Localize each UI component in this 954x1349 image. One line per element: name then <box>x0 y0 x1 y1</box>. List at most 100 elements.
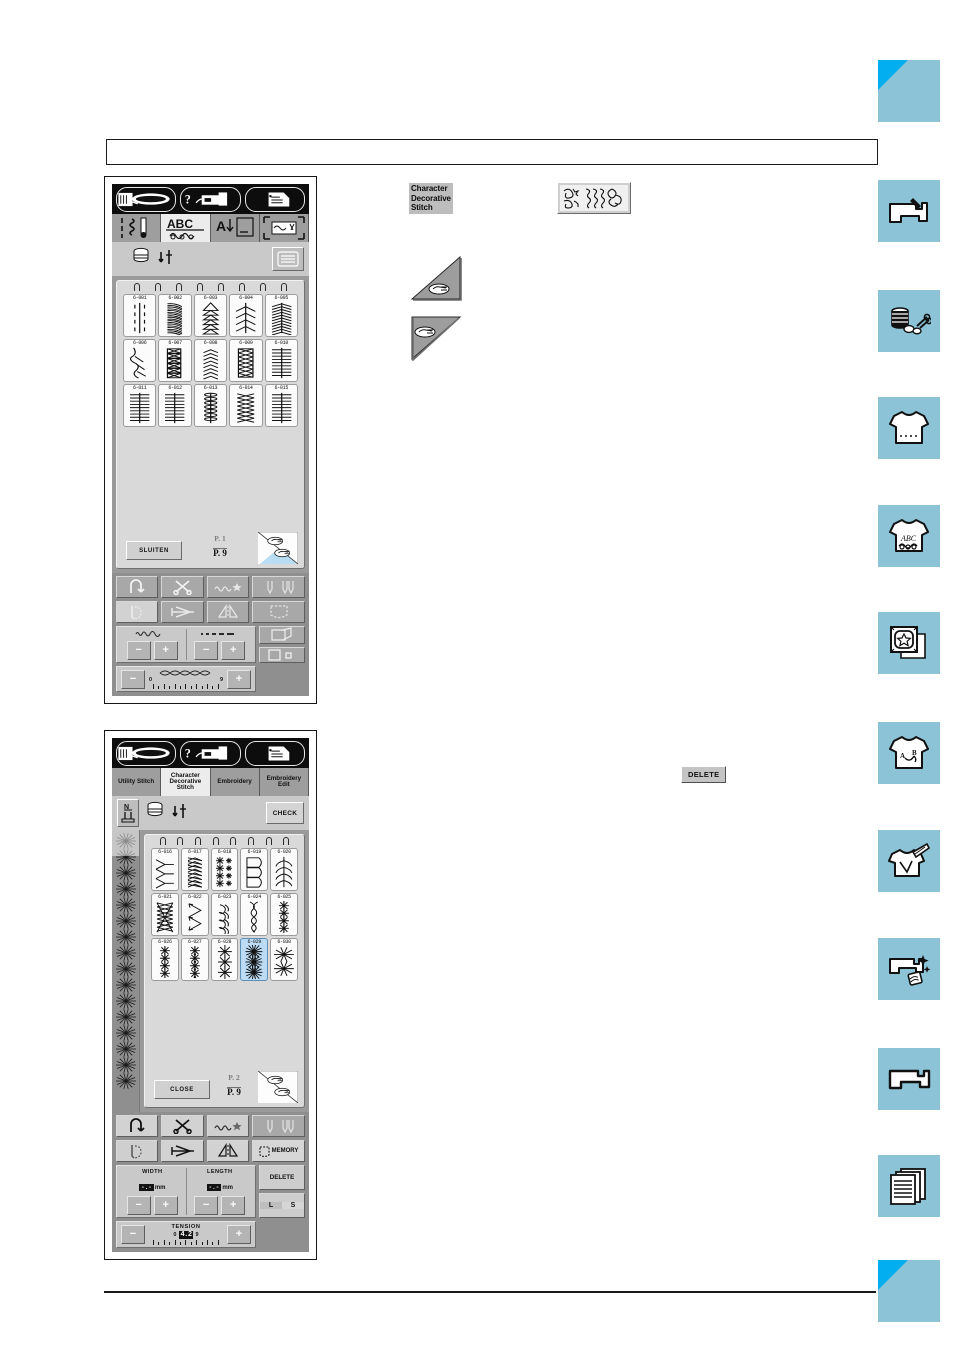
stitch-cell-6-003[interactable]: 6-003 <box>193 294 228 337</box>
taper-button[interactable] <box>206 1140 250 1162</box>
stitch-cell-6-026[interactable]: 6-026 <box>151 938 179 981</box>
width-minus-button[interactable]: − <box>126 641 151 660</box>
stitch-cell-6-004[interactable]: 6-004 <box>229 294 263 337</box>
memory-button[interactable]: MEMORY <box>252 1140 305 1162</box>
stitch-cell-6-029[interactable]: 6-029 <box>240 938 269 981</box>
callout-page-back-corner[interactable] <box>410 315 462 362</box>
stitch-cell-6-013[interactable]: 6-013 <box>193 384 228 427</box>
stitch-cell-6-002[interactable]: 6-002 <box>158 294 192 337</box>
length-minus-button[interactable]: − <box>194 641 219 660</box>
page-turn-corner[interactable] <box>258 1071 298 1103</box>
tab-embroidery-edit[interactable] <box>259 214 309 242</box>
check-button[interactable]: CHECK <box>266 802 304 824</box>
size-s-label[interactable]: S <box>282 1202 304 1209</box>
thread-cutter-button[interactable] <box>161 576 204 598</box>
stitch-star-button[interactable] <box>206 1115 250 1137</box>
mirror-image-button[interactable] <box>161 601 204 623</box>
tab-character-decorative-stitch[interactable]: ABC <box>161 214 211 242</box>
tab-embroidery[interactable]: Embroidery <box>210 768 260 796</box>
stitch-cell-6-007[interactable]: 6-007 <box>158 339 192 382</box>
sidebar-tab-back-cover[interactable] <box>878 1260 940 1322</box>
tab-utility-stitch[interactable] <box>112 214 162 242</box>
size-select-button[interactable] <box>259 647 305 663</box>
stitch-cell-6-018[interactable]: 6-018 <box>210 848 239 891</box>
thread-cutter-button[interactable] <box>161 1115 204 1137</box>
sidebar-tab-my-custom-stitch[interactable] <box>878 830 940 892</box>
machine-help-icon[interactable]: ? <box>180 740 241 766</box>
stitch-cell-6-006[interactable]: 6-006 <box>123 339 157 382</box>
callout-decorative-stitch-icon-button[interactable] <box>557 182 631 214</box>
tension-plus-button[interactable]: + <box>227 669 251 689</box>
needle-threader-icon[interactable] <box>116 740 177 766</box>
length-plus-button[interactable]: + <box>221 1196 246 1215</box>
reverse-stitch-button[interactable] <box>116 1115 159 1137</box>
stitch-cell-6-008[interactable]: 6-008 <box>193 339 228 382</box>
stitch-cell-6-019[interactable]: 6-019 <box>240 848 269 891</box>
stitch-cell-6-021[interactable]: 6-021 <box>151 893 179 936</box>
stitch-cell-6-015[interactable]: 6-015 <box>264 384 298 427</box>
settings-list-icon[interactable] <box>244 186 305 212</box>
stitch-cell-6-012[interactable]: 6-012 <box>158 384 192 427</box>
stitch-cell-6-028[interactable]: 6-028 <box>210 938 239 981</box>
stitch-cell-6-005[interactable]: 6-005 <box>264 294 298 337</box>
settings-list-icon[interactable] <box>244 740 305 766</box>
tab-utility-stitch[interactable]: Utility Stitch <box>112 768 162 796</box>
presser-foot-n-icon[interactable]: N <box>117 799 139 827</box>
taper-button[interactable] <box>206 601 250 623</box>
sidebar-tab-utility-stitches[interactable] <box>878 397 940 459</box>
stitch-cell-6-030[interactable]: 6-030 <box>270 938 298 981</box>
size-l-s-button[interactable]: L S <box>259 1193 305 1218</box>
callout-page-forward-corner[interactable] <box>410 255 462 301</box>
sidebar-tab-machine-settings[interactable] <box>878 1048 940 1110</box>
stitch-cell-6-024[interactable]: 6-024 <box>240 893 269 936</box>
stitch-cell-6-020[interactable]: 6-020 <box>270 848 298 891</box>
tension-minus-button[interactable]: − <box>121 1225 145 1244</box>
pocket-memory-button[interactable] <box>252 601 305 623</box>
sidebar-tab-character-decorative[interactable]: ABC <box>878 505 940 567</box>
tab-embroidery[interactable]: A <box>210 214 260 242</box>
stitch-cell-6-023[interactable]: 6-023 <box>210 893 239 936</box>
stitch-cell-6-014[interactable]: 6-014 <box>229 384 263 427</box>
width-minus-button[interactable]: − <box>126 1196 151 1215</box>
tension-minus-button[interactable]: − <box>121 669 145 689</box>
sidebar-tab-cover[interactable] <box>878 60 940 122</box>
sidebar-tab-sewing-basics[interactable] <box>878 290 940 352</box>
stitch-cell-6-017[interactable]: 6-017 <box>180 848 209 891</box>
sidebar-tab-embroidery[interactable] <box>878 612 940 674</box>
stitch-cell-6-010[interactable]: 6-010 <box>264 339 298 382</box>
stitch-star-button[interactable] <box>206 576 250 598</box>
stitch-cell-6-011[interactable]: 6-011 <box>123 384 157 427</box>
needle-threader-icon[interactable] <box>116 186 177 212</box>
tension-plus-button[interactable]: + <box>227 1225 251 1244</box>
stitch-cell-6-016[interactable]: 6-016 <box>151 848 179 891</box>
stitch-cell-6-001[interactable]: 6-001 <box>123 294 157 337</box>
stitch-cell-6-025[interactable]: 6-025 <box>270 893 298 936</box>
page-turn-corner[interactable] <box>258 532 298 564</box>
length-plus-button[interactable]: + <box>221 641 246 660</box>
needle-thread-button[interactable] <box>116 1140 159 1162</box>
stitch-preview-button[interactable] <box>259 626 305 644</box>
tab-embroidery-edit[interactable]: Embroidery Edit <box>259 768 309 796</box>
close-button[interactable]: SLUITEN <box>126 541 182 560</box>
width-plus-button[interactable]: + <box>153 1196 178 1215</box>
stitch-cell-6-027[interactable]: 6-027 <box>180 938 209 981</box>
reverse-stitch-button[interactable] <box>116 576 159 598</box>
stitch-cell-6-022[interactable]: 6-022 <box>180 893 209 936</box>
sidebar-tab-index[interactable] <box>878 1155 940 1217</box>
callout-delete-button[interactable]: DELETE <box>681 766 727 783</box>
sidebar-tab-machine-setup[interactable] <box>878 180 940 242</box>
stitch-cell-6-009[interactable]: 6-009 <box>229 339 263 382</box>
close-button[interactable]: CLOSE <box>154 1080 210 1099</box>
delete-button[interactable]: DELETE <box>259 1165 305 1190</box>
tab-character-decorative-stitch[interactable]: Character Decorative Stitch <box>161 768 211 796</box>
sidebar-tab-appendix-care[interactable] <box>878 938 940 1000</box>
length-minus-button[interactable]: − <box>194 1196 219 1215</box>
machine-help-icon[interactable]: ? <box>180 186 241 212</box>
mirror-image-button[interactable] <box>161 1140 204 1162</box>
needle-mode-button[interactable] <box>252 1115 305 1137</box>
needle-mode-button[interactable] <box>252 576 305 598</box>
width-plus-button[interactable]: + <box>153 641 178 660</box>
size-l-label[interactable]: L <box>260 1202 282 1209</box>
needle-thread-button[interactable] <box>116 601 159 623</box>
sidebar-tab-embroidery-edit[interactable]: AB <box>878 722 940 784</box>
